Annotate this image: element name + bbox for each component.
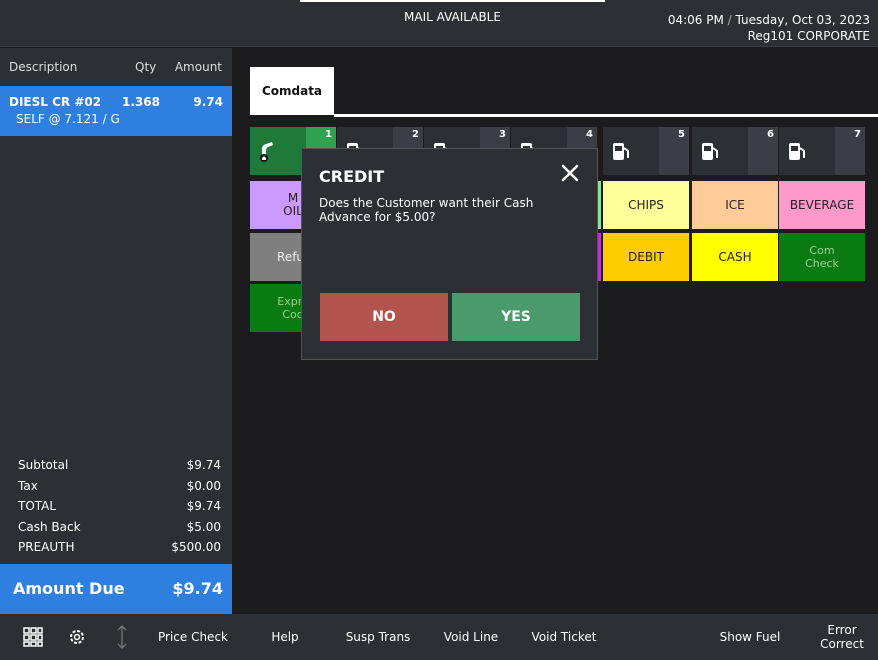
tab-comdata[interactable]: Comdata — [250, 67, 334, 115]
settings-gear-icon[interactable] — [62, 614, 92, 660]
chips-button[interactable]: CHIPS — [603, 181, 689, 229]
mail-available-indicator[interactable]: MAIL AVAILABLE — [300, 0, 605, 32]
top-bar: MAIL AVAILABLE 04:06 PM / Tuesday, Oct 0… — [0, 0, 878, 47]
amount-due-bar: Amount Due $9.74 — [0, 564, 232, 614]
header-amount: Amount — [174, 60, 222, 74]
ice-button[interactable]: ICE — [692, 181, 778, 229]
debit-button[interactable]: DEBIT — [603, 233, 689, 281]
tax-row: Tax $0.00 — [0, 477, 232, 498]
credit-dialog: CREDIT Does the Customer want their Cash… — [301, 148, 598, 360]
item-amount: 9.74 — [193, 95, 223, 109]
totals-label: Cash Back — [18, 519, 81, 534]
comcheck-button[interactable]: Com Check — [779, 233, 865, 281]
no-button[interactable]: NO — [320, 293, 448, 341]
error-correct-button[interactable]: Error Correct — [812, 614, 872, 660]
date: Tuesday, Oct 03, 2023 — [735, 13, 870, 27]
amount-due-label: Amount Due — [13, 579, 125, 598]
separator: / — [727, 13, 732, 27]
clock-time: 04:06 PM — [667, 13, 724, 27]
pump-number: 7 — [835, 127, 865, 175]
totals-label: PREAUTH — [18, 540, 75, 555]
transaction-panel: Description Qty Amount DIESL CR #02 1.36… — [0, 48, 232, 614]
beverage-button[interactable]: BEVERAGE — [779, 181, 865, 229]
totals-label: TOTAL — [18, 499, 57, 514]
header-description: Description — [9, 60, 78, 74]
datetime-register: 04:06 PM / Tuesday, Oct 03, 2023 Reg101 … — [668, 12, 870, 44]
totals-label: Subtotal — [18, 458, 69, 472]
pump-6[interactable]: 6 — [692, 127, 778, 175]
amount-due-value: $9.74 — [172, 579, 223, 598]
pos-screen: MAIL AVAILABLE 04:06 PM / Tuesday, Oct 0… — [0, 0, 878, 660]
cash-back-row: Cash Back $5.00 — [0, 518, 232, 539]
cash-button[interactable]: CASH — [692, 233, 778, 281]
header-qty: Qty — [135, 60, 157, 74]
gear-icon — [70, 630, 84, 644]
close-icon[interactable] — [560, 163, 580, 183]
dialog-title: CREDIT — [319, 167, 385, 186]
scroll-arrows-icon[interactable] — [110, 614, 134, 660]
show-fuel-button[interactable]: Show Fuel — [712, 614, 788, 660]
yes-button[interactable]: YES — [452, 293, 580, 341]
totals-block: Subtotal $9.74 Tax $0.00 TOTAL $9.74 Cas… — [0, 456, 232, 559]
void-ticket-button[interactable]: Void Ticket — [524, 614, 604, 660]
register-id: Reg101 — [747, 29, 794, 43]
site-name: CORPORATE — [797, 29, 870, 43]
item-description: DIESL CR #02 — [9, 95, 102, 109]
fuel-nozzle-icon — [260, 142, 273, 162]
totals-value: $5.00 — [186, 519, 221, 534]
fuel-pump-icon — [702, 143, 718, 160]
item-qty: 1.368 — [122, 95, 160, 109]
up-down-arrow-icon — [117, 625, 127, 649]
void-line-button[interactable]: Void Line — [436, 614, 506, 660]
fuel-pump-icon — [789, 143, 805, 160]
pump-7[interactable]: 7 — [779, 127, 865, 175]
item-detail: SELF @ 7.121 / G — [16, 112, 120, 126]
subtotal-row: Subtotal $9.74 — [0, 456, 232, 477]
totals-value: $9.74 — [186, 499, 221, 514]
pump-number: 5 — [659, 127, 689, 175]
totals-value: $9.74 — [186, 458, 221, 472]
totals-label: Tax — [18, 478, 38, 493]
apps-grid-icon[interactable] — [18, 614, 48, 660]
pump-number: 6 — [748, 127, 778, 175]
tab-underline — [334, 114, 878, 117]
total-row: TOTAL $9.74 — [0, 497, 232, 518]
bottom-toolbar: Price Check Help Susp Trans Void Line Vo… — [0, 614, 878, 660]
totals-value: $0.00 — [186, 478, 221, 493]
help-button[interactable]: Help — [262, 614, 308, 660]
pump-5[interactable]: 5 — [603, 127, 689, 175]
grid-icon — [23, 627, 43, 647]
preauth-row: PREAUTH $500.00 — [0, 538, 232, 559]
dialog-message: Does the Customer want their Cash Advanc… — [319, 196, 534, 224]
line-item-selected[interactable]: DIESL CR #02 1.368 9.74 SELF @ 7.121 / G — [0, 86, 232, 136]
susp-trans-button[interactable]: Susp Trans — [338, 614, 418, 660]
totals-value: $500.00 — [171, 540, 221, 555]
fuel-pump-icon — [613, 143, 629, 160]
price-check-button[interactable]: Price Check — [150, 614, 236, 660]
